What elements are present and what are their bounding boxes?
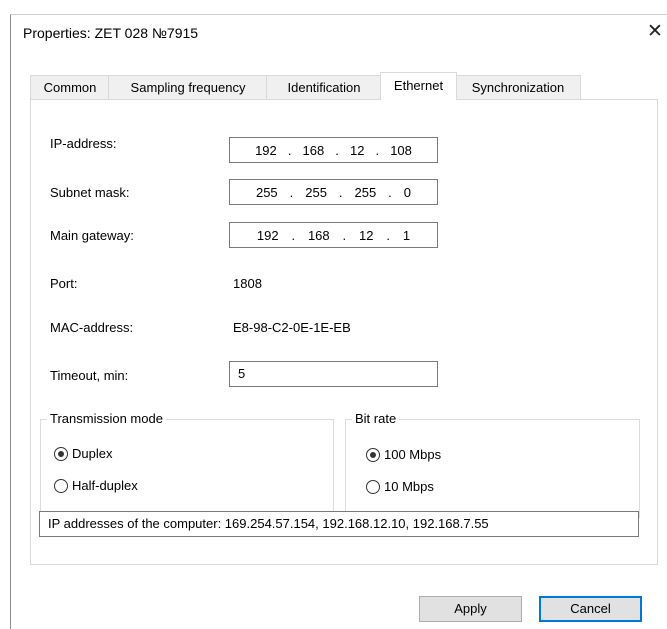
ip-octet: 192 <box>255 142 277 158</box>
close-icon[interactable]: ✕ <box>642 19 667 45</box>
cancel-button[interactable]: Cancel <box>539 596 642 622</box>
radio-checked-icon <box>366 447 380 462</box>
tab-identification[interactable]: Identification <box>266 75 382 99</box>
tab-sampling-frequency[interactable]: Sampling frequency <box>108 75 268 99</box>
radio-checked-icon <box>54 446 68 461</box>
timeout-label: Timeout, min: <box>50 368 129 383</box>
bitrate-10-label: 10 Mbps <box>384 479 434 494</box>
mask-octet: 0 <box>403 184 411 200</box>
port-label: Port: <box>50 276 78 291</box>
bitrate-10-radio[interactable]: 10 Mbps <box>366 479 434 494</box>
gateway-octet: 1 <box>402 227 411 243</box>
half-duplex-label: Half-duplex <box>72 478 138 493</box>
computer-ip-addresses: IP addresses of the computer: 169.254.57… <box>39 511 639 537</box>
dialog-title: Properties: ZET 028 №7915 <box>23 25 199 41</box>
gateway-octet: 168 <box>307 227 330 243</box>
ethernet-panel: IP-address: 192. 168. 12. 108 Subnet mas… <box>30 99 658 565</box>
transmission-mode-legend: Transmission mode <box>47 411 166 426</box>
properties-dialog: Properties: ZET 028 №7915 ✕ Common Sampl… <box>10 14 667 629</box>
transmission-mode-group: Transmission mode Duplex Half-duplex <box>40 411 334 518</box>
subnet-mask-label: Subnet mask: <box>50 185 130 200</box>
mask-octet: 255 <box>305 184 327 200</box>
ip-address-field[interactable]: 192. 168. 12. 108 <box>229 137 438 163</box>
bitrate-100-radio[interactable]: 100 Mbps <box>366 447 441 462</box>
tab-common[interactable]: Common <box>30 75 110 99</box>
ip-octet: 168 <box>302 142 325 158</box>
tab-synchronization[interactable]: Synchronization <box>455 75 581 99</box>
main-gateway-label: Main gateway: <box>50 228 134 243</box>
radio-unchecked-icon <box>54 478 68 493</box>
main-gateway-field[interactable]: 192. 168. 12. 1 <box>229 222 438 248</box>
timeout-input[interactable]: 5 <box>229 361 438 387</box>
half-duplex-radio[interactable]: Half-duplex <box>54 478 138 493</box>
mac-address-label: MAC-address: <box>50 320 134 335</box>
ip-octet: 12 <box>349 142 365 158</box>
bitrate-100-label: 100 Mbps <box>384 447 442 462</box>
duplex-radio[interactable]: Duplex <box>54 446 112 461</box>
gateway-octet: 12 <box>359 227 374 243</box>
bit-rate-group: Bit rate 100 Mbps 10 Mbps <box>345 411 640 518</box>
mask-octet: 255 <box>255 184 278 200</box>
port-value: 1808 <box>233 276 262 291</box>
mask-octet: 255 <box>354 184 377 200</box>
ip-address-label: IP-address: <box>50 136 117 151</box>
radio-unchecked-icon <box>366 479 380 494</box>
mac-address-value: E8-98-C2-0E-1E-EB <box>233 320 351 335</box>
subnet-mask-field[interactable]: 255. 255. 255. 0 <box>229 179 438 205</box>
bit-rate-legend: Bit rate <box>352 411 400 426</box>
apply-button[interactable]: Apply <box>419 596 522 622</box>
tab-ethernet[interactable]: Ethernet <box>380 72 457 100</box>
gateway-octet: 192 <box>256 227 279 243</box>
duplex-label: Duplex <box>72 446 113 461</box>
ip-octet: 108 <box>390 142 412 158</box>
